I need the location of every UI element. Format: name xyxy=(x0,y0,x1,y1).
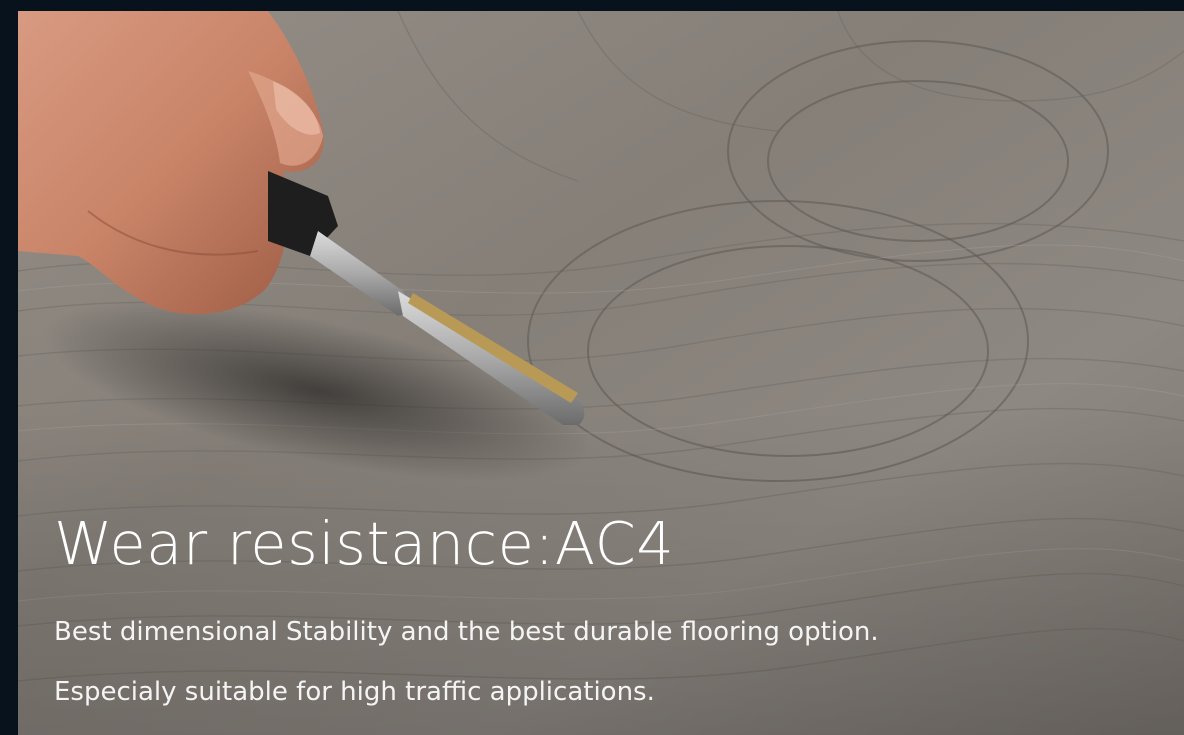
hero-banner: Wear resistance:AC4 Best dimensional Sta… xyxy=(18,11,1184,735)
hero-description-line-2: Especialy suitable for high traffic appl… xyxy=(54,677,655,707)
page: Wear resistance:AC4 Best dimensional Sta… xyxy=(0,0,1184,735)
hero-description-line-1: Best dimensional Stability and the best … xyxy=(54,617,879,647)
hero-title: Wear resistance:AC4 xyxy=(54,509,675,578)
